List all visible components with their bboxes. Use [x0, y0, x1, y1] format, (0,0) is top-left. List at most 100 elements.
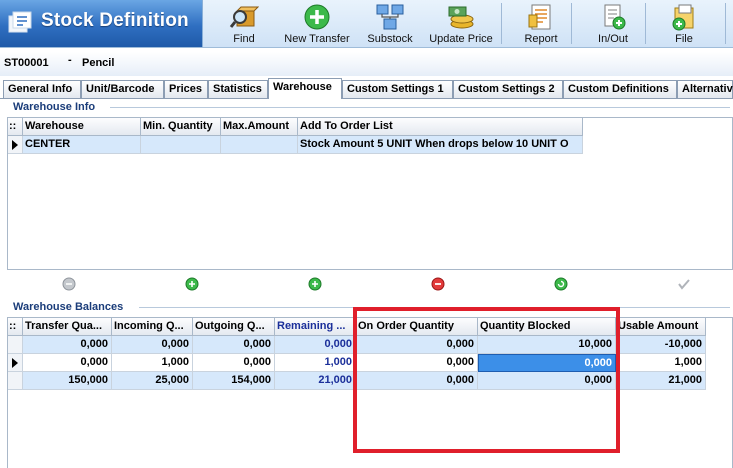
table-cell[interactable]: 0,000	[193, 354, 275, 372]
substock-label: Substock	[367, 33, 413, 45]
update-price-button[interactable]: Update Price	[427, 0, 495, 47]
warehouse-info-title: Warehouse Info	[13, 101, 96, 113]
column-header-warehouse[interactable]: Warehouse	[23, 118, 141, 136]
table-cell[interactable]: 21,000	[275, 372, 356, 390]
substock-icon	[376, 4, 404, 30]
first-icon[interactable]	[62, 277, 76, 291]
tab-custom-settings-1[interactable]: Custom Settings 1	[342, 80, 453, 98]
find-button[interactable]: Find	[222, 0, 266, 47]
title-toolbar: Stock Definition Find New Transfer Subst…	[0, 0, 733, 48]
table-cell[interactable]: 0,000	[23, 336, 112, 354]
warehouse-balances-grid[interactable]: :: Transfer Qua... Incoming Q... Outgoin…	[7, 317, 733, 468]
tab-divider	[0, 98, 733, 99]
confirm-icon[interactable]	[677, 277, 691, 291]
tab-statistics[interactable]: Statistics	[208, 80, 268, 98]
toolbar-divider	[725, 3, 726, 44]
toolbar-divider	[501, 3, 502, 44]
group-divider	[110, 107, 730, 108]
update-price-label: Update Price	[429, 33, 493, 45]
grid-corner: ::	[8, 318, 23, 336]
table-cell[interactable]: 1,000	[112, 354, 193, 372]
stock-definition-icon	[8, 11, 32, 33]
table-cell[interactable]: 0,000	[356, 336, 478, 354]
grid-corner: ::	[8, 118, 23, 136]
table-cell[interactable]: 1,000	[275, 354, 356, 372]
toolbar-divider	[645, 3, 646, 44]
stock-code: ST00001	[4, 57, 49, 69]
table-cell-selected[interactable]: 0,000	[478, 354, 616, 372]
update-price-icon	[448, 6, 474, 29]
warehouse-info-grid[interactable]: :: Warehouse Min. Quantity Max.Amount Ad…	[7, 117, 733, 270]
column-header-add-to-order-list[interactable]: Add To Order List	[298, 118, 583, 136]
table-cell-min-quantity[interactable]	[141, 136, 221, 154]
table-cell[interactable]: -10,000	[616, 336, 706, 354]
tab-prices[interactable]: Prices	[164, 80, 208, 98]
file-button[interactable]: File	[664, 0, 704, 47]
column-header-quantity-blocked[interactable]: Quantity Blocked	[478, 318, 616, 336]
table-cell[interactable]: 0,000	[193, 336, 275, 354]
table-cell[interactable]: 0,000	[356, 372, 478, 390]
record-header: ST00001 - Pencil	[0, 52, 733, 76]
table-cell[interactable]: 150,000	[23, 372, 112, 390]
table-cell[interactable]: 0,000	[112, 336, 193, 354]
report-button[interactable]: Report	[518, 0, 564, 47]
delete-icon[interactable]	[431, 277, 445, 291]
new-transfer-icon	[304, 4, 330, 30]
table-cell-add-to-order-list[interactable]: Stock Amount 5 UNIT When drops below 10 …	[298, 136, 583, 154]
add-child-icon[interactable]	[308, 277, 322, 291]
row-indicator	[8, 354, 23, 372]
refresh-icon[interactable]	[554, 277, 568, 291]
in-out-label: In/Out	[598, 33, 628, 45]
new-transfer-button[interactable]: New Transfer	[280, 0, 354, 47]
tab-unit-barcode[interactable]: Unit/Barcode	[81, 80, 164, 98]
row-indicator	[8, 136, 23, 154]
table-cell[interactable]: 10,000	[478, 336, 616, 354]
current-row-arrow-icon	[12, 140, 18, 150]
table-cell[interactable]: 1,000	[616, 354, 706, 372]
tab-strip: General Info Unit/Barcode Prices Statist…	[0, 78, 733, 99]
report-label: Report	[524, 33, 558, 45]
toolbar-divider	[571, 3, 572, 44]
column-header-transfer-quantity[interactable]: Transfer Qua...	[23, 318, 112, 336]
table-cell[interactable]: 21,000	[616, 372, 706, 390]
new-transfer-label: New Transfer	[284, 33, 350, 45]
in-out-icon	[604, 4, 626, 30]
table-cell[interactable]: 0,000	[275, 336, 356, 354]
column-header-outgoing-quantity[interactable]: Outgoing Q...	[193, 318, 275, 336]
column-header-incoming-quantity[interactable]: Incoming Q...	[112, 318, 193, 336]
table-cell-warehouse[interactable]: CENTER	[23, 136, 141, 154]
current-row-arrow-icon	[12, 358, 18, 368]
find-label: Find	[233, 33, 255, 45]
table-cell[interactable]: 0,000	[23, 354, 112, 372]
find-icon	[229, 6, 259, 28]
table-cell[interactable]: 154,000	[193, 372, 275, 390]
stock-name: Pencil	[82, 57, 115, 69]
table-cell[interactable]: 25,000	[112, 372, 193, 390]
table-cell[interactable]: 0,000	[478, 372, 616, 390]
tab-alternative[interactable]: Alternative	[677, 80, 733, 98]
table-cell[interactable]: 0,000	[356, 354, 478, 372]
tab-custom-definitions[interactable]: Custom Definitions	[563, 80, 677, 98]
column-header-usable-amount[interactable]: Usable Amount	[616, 318, 706, 336]
column-header-remaining[interactable]: Remaining ...	[275, 318, 356, 336]
tab-warehouse[interactable]: Warehouse	[268, 78, 342, 99]
table-cell-max-amount[interactable]	[221, 136, 298, 154]
warehouse-balances-title: Warehouse Balances	[13, 301, 124, 313]
file-label: File	[675, 33, 693, 45]
title-banner: Stock Definition	[0, 0, 203, 47]
in-out-button[interactable]: In/Out	[591, 0, 635, 47]
add-icon[interactable]	[185, 277, 199, 291]
page-title: Stock Definition	[41, 10, 189, 31]
column-header-on-order-quantity[interactable]: On Order Quantity	[356, 318, 478, 336]
file-icon	[672, 4, 694, 31]
report-icon	[528, 4, 551, 30]
record-separator: -	[68, 54, 72, 66]
tab-general-info[interactable]: General Info	[3, 80, 81, 98]
column-header-min-quantity[interactable]: Min. Quantity	[141, 118, 221, 136]
row-indicator	[8, 372, 23, 390]
tab-custom-settings-2[interactable]: Custom Settings 2	[453, 80, 563, 98]
substock-button[interactable]: Substock	[363, 0, 417, 47]
row-indicator	[8, 336, 23, 354]
group-divider	[139, 307, 730, 308]
column-header-max-amount[interactable]: Max.Amount	[221, 118, 298, 136]
